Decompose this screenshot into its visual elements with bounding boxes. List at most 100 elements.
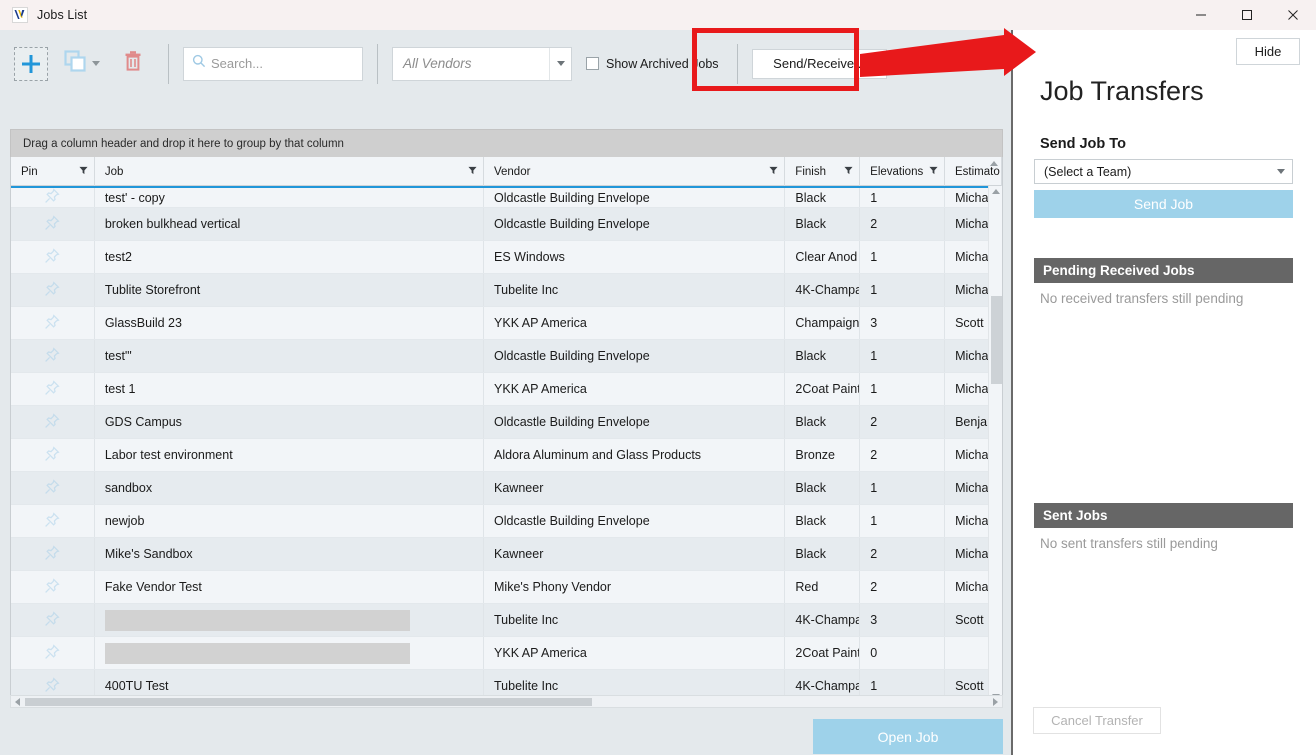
cell-elevations: 2 xyxy=(860,439,946,471)
pin-icon[interactable] xyxy=(44,445,61,465)
pin-icon[interactable] xyxy=(44,280,61,300)
pin-cell[interactable] xyxy=(11,406,95,438)
send-receive-button[interactable]: Send/Receive... xyxy=(751,48,887,79)
pin-cell[interactable] xyxy=(11,472,95,504)
cell-finish: 4K-Champa xyxy=(785,604,861,636)
copy-job-button[interactable] xyxy=(62,48,100,79)
pin-cell[interactable] xyxy=(11,637,95,669)
pin-icon[interactable] xyxy=(44,313,61,333)
cell-vendor: Kawneer xyxy=(484,472,786,504)
cell-vendor: Oldcastle Building Envelope xyxy=(484,505,786,537)
pin-cell[interactable] xyxy=(11,439,95,471)
pin-icon[interactable] xyxy=(44,346,61,366)
table-row[interactable]: Tublite Storefront Tubelite Inc 4K-Champa 1… xyxy=(11,274,1002,307)
scrollbar-thumb[interactable] xyxy=(991,296,1002,384)
grid-column-header-elevations[interactable]: Elevations xyxy=(860,157,945,186)
pin-icon[interactable] xyxy=(44,247,61,267)
pin-cell[interactable] xyxy=(11,604,95,636)
table-row[interactable]: Labor test environment Aldora Aluminum an… xyxy=(11,439,1002,472)
cell-elevations: 0 xyxy=(860,637,946,669)
table-row[interactable]: test 1 YKK AP America 2Coat Paint 1 Michae xyxy=(11,373,1002,406)
pin-icon[interactable] xyxy=(44,544,61,564)
copy-icon xyxy=(62,48,88,79)
table-row[interactable]: test' - copy Oldcastle Building Envelope B… xyxy=(11,186,1002,208)
new-job-button[interactable] xyxy=(14,46,48,81)
cell-job: Fake Vendor Test xyxy=(95,571,485,603)
filter-icon[interactable] xyxy=(79,166,88,178)
filter-icon[interactable] xyxy=(468,166,477,178)
table-row[interactable]: sandbox Kawneer Black 1 Michae xyxy=(11,472,1002,505)
group-by-dropzone[interactable]: Drag a column header and drop it here to… xyxy=(10,129,1003,157)
cell-vendor: Kawneer xyxy=(484,538,786,570)
pin-cell[interactable] xyxy=(11,538,95,570)
grid-column-header-finish[interactable]: Finish xyxy=(785,157,861,186)
title-bar-left: Jobs List xyxy=(0,0,87,30)
filter-icon[interactable] xyxy=(769,166,778,178)
vendor-dropdown-button[interactable] xyxy=(549,47,571,80)
show-archived-jobs-checkbox[interactable]: Show Archived Jobs xyxy=(586,57,719,71)
pin-cell[interactable] xyxy=(11,208,95,240)
table-row[interactable]: broken bulkhead vertical Oldcastle Buildi… xyxy=(11,208,1002,241)
app-v-logo-icon xyxy=(12,7,28,23)
scrollbar-thumb-horizontal[interactable] xyxy=(25,698,592,706)
grid-column-header-vendor[interactable]: Vendor xyxy=(484,157,786,186)
table-row[interactable]: newjob Oldcastle Building Envelope Black 1 M… xyxy=(11,505,1002,538)
hide-panel-button[interactable]: Hide xyxy=(1236,38,1300,65)
cell-vendor: Oldcastle Building Envelope xyxy=(484,340,786,372)
pin-cell[interactable] xyxy=(11,340,95,372)
delete-job-button[interactable] xyxy=(112,43,154,85)
maximize-icon[interactable] xyxy=(1224,0,1270,30)
pin-icon[interactable] xyxy=(44,412,61,432)
grid-vertical-scrollbar[interactable] xyxy=(988,186,1002,701)
grid-column-header-pin[interactable]: Pin xyxy=(11,157,95,186)
pin-cell[interactable] xyxy=(11,307,95,339)
pin-cell[interactable] xyxy=(11,241,95,273)
pin-icon[interactable] xyxy=(44,577,61,597)
pin-icon[interactable] xyxy=(44,379,61,399)
scroll-up-icon[interactable] xyxy=(992,189,1000,194)
table-row[interactable]: GDS Campus Oldcastle Building Envelope Bla… xyxy=(11,406,1002,439)
team-select-value: (Select a Team) xyxy=(1044,164,1132,179)
pin-icon[interactable] xyxy=(44,643,61,663)
vendor-filter-select[interactable]: All Vendors xyxy=(392,46,572,81)
filter-icon[interactable] xyxy=(929,166,938,178)
pin-icon[interactable] xyxy=(44,676,61,696)
open-job-button[interactable]: Open Job xyxy=(813,719,1003,754)
pin-cell[interactable] xyxy=(11,274,95,306)
cell-vendor: YKK AP America xyxy=(484,373,786,405)
sent-jobs-header: Sent Jobs xyxy=(1034,503,1293,528)
team-select[interactable]: (Select a Team) xyxy=(1034,159,1293,184)
table-row[interactable]: Mike's Sandbox Kawneer Black 2 Michae xyxy=(11,538,1002,571)
table-row[interactable]: Fake Vendor Test Mike's Phony Vendor Red 2 M… xyxy=(11,571,1002,604)
pin-cell[interactable] xyxy=(11,571,95,603)
pin-cell[interactable] xyxy=(11,188,95,207)
cancel-transfer-button[interactable]: Cancel Transfer xyxy=(1033,707,1161,734)
chevron-down-icon xyxy=(1277,169,1285,174)
grid-horizontal-scrollbar[interactable] xyxy=(10,695,1003,708)
minimize-icon[interactable] xyxy=(1178,0,1224,30)
close-icon[interactable] xyxy=(1270,0,1316,30)
send-job-button[interactable]: Send Job xyxy=(1034,190,1293,218)
filter-icon[interactable] xyxy=(844,166,853,178)
table-row[interactable]: GlassBuild 23 YKK AP America Champaign 3 Sco… xyxy=(11,307,1002,340)
table-row[interactable]: Tubelite Inc 4K-Champa 3 Scott M xyxy=(11,604,1002,637)
search-input[interactable]: Search... xyxy=(183,46,363,81)
pin-cell[interactable] xyxy=(11,373,95,405)
scroll-right-icon[interactable] xyxy=(993,697,998,706)
cell-vendor: Oldcastle Building Envelope xyxy=(484,406,786,438)
pin-icon[interactable] xyxy=(44,610,61,630)
scroll-left-icon[interactable] xyxy=(15,697,20,706)
pin-icon[interactable] xyxy=(44,511,61,531)
pin-icon[interactable] xyxy=(44,188,61,207)
job-cell-redacted xyxy=(95,604,485,636)
chevron-down-icon[interactable] xyxy=(92,61,100,66)
table-row[interactable]: test2 ES Windows Clear Anod 1 Michae xyxy=(11,241,1002,274)
cell-job: GDS Campus xyxy=(95,406,485,438)
table-row[interactable]: YKK AP America 2Coat Paint 0 xyxy=(11,637,1002,670)
pin-cell[interactable] xyxy=(11,505,95,537)
column-header-label: Vendor xyxy=(493,165,531,178)
table-row[interactable]: test"' Oldcastle Building Envelope Black 1 M… xyxy=(11,340,1002,373)
pin-icon[interactable] xyxy=(44,214,61,234)
pin-icon[interactable] xyxy=(44,478,61,498)
grid-column-header-job[interactable]: Job xyxy=(95,157,484,186)
